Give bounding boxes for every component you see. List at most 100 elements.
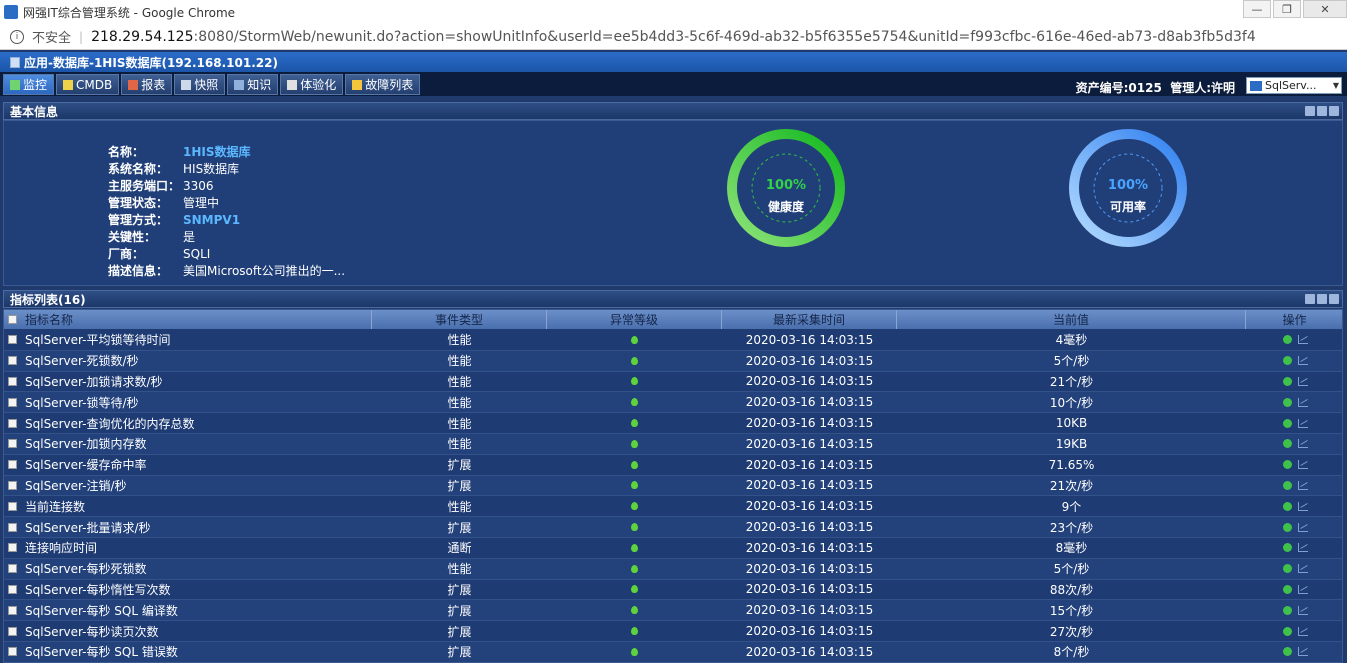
table-row[interactable]: SqlServer-每秒 SQL 错误数 扩展 2020-03-16 14:03:1… [4,641,1342,662]
table-row[interactable]: SqlServer-查询优化的内存总数 性能 2020-03-16 14:03:15… [4,413,1342,434]
table-row[interactable]: SqlServer-每秒死锁数 性能 2020-03-16 14:03:15 5个/秒 [4,558,1342,580]
detail-icon[interactable] [1282,376,1292,386]
detail-icon[interactable] [1282,480,1292,490]
info-value[interactable]: 1HIS数据库 [183,143,251,160]
search-icon[interactable] [1317,294,1327,304]
table-row[interactable]: SqlServer-每秒读页次数 扩展 2020-03-16 14:03:15 27次… [4,621,1342,642]
trend-chart-icon[interactable] [1297,522,1308,532]
trend-chart-icon[interactable] [1297,418,1308,428]
trend-chart-icon[interactable] [1297,647,1308,657]
trend-chart-icon[interactable] [1297,460,1308,470]
table-row[interactable]: SqlServer-每秒 SQL 编译数 扩展 2020-03-16 14:03:1… [4,600,1342,622]
row-checkbox[interactable] [8,543,17,553]
table-row[interactable]: SqlServer-每秒惰性写次数 扩展 2020-03-16 14:03:15 88… [4,579,1342,601]
detail-icon[interactable] [1282,543,1292,553]
detail-icon[interactable] [1282,501,1292,511]
row-checkbox[interactable] [8,647,17,657]
detail-icon[interactable] [1282,584,1292,594]
column-header[interactable]: 最新采集时间 [722,310,897,329]
detail-icon[interactable] [1282,522,1292,532]
trend-chart-icon[interactable] [1297,439,1308,449]
row-checkbox[interactable] [8,418,17,428]
trend-chart-icon[interactable] [1297,501,1308,511]
detail-icon[interactable] [1282,626,1292,636]
trend-chart-icon[interactable] [1297,356,1308,366]
info-icon[interactable]: i [10,29,24,44]
settings-icon[interactable] [1317,106,1327,116]
row-checkbox[interactable] [8,460,17,470]
info-value[interactable]: SNMPV1 [183,213,240,227]
detail-icon[interactable] [1282,460,1292,470]
column-header[interactable]: 指标名称 [4,310,372,329]
table-row[interactable]: SqlServer-加锁请求数/秒 性能 2020-03-16 14:03:15 21… [4,371,1342,393]
row-checkbox[interactable] [8,605,17,615]
detail-icon[interactable] [1282,647,1292,657]
row-checkbox[interactable] [8,522,17,532]
tab-6[interactable]: 故障列表 [345,74,421,95]
browser-title-bar: 网强IT综合管理系统 - Google Chrome — ❐ ✕ [0,0,1347,24]
table-row[interactable]: SqlServer-死锁数/秒 性能 2020-03-16 14:03:15 5个/秒 [4,350,1342,372]
detail-icon[interactable] [1282,418,1292,428]
maximize-button[interactable]: ❐ [1273,0,1301,18]
trend-chart-icon[interactable] [1297,584,1308,594]
detail-icon[interactable] [1282,356,1292,366]
detail-icon[interactable] [1282,605,1292,615]
trend-chart-icon[interactable] [1297,335,1308,345]
trend-chart-icon[interactable] [1297,564,1308,574]
severity-cell [547,517,722,537]
row-checkbox[interactable] [8,376,17,386]
detail-icon[interactable] [1282,564,1292,574]
unit-type-select[interactable]: SqlServ... ▼ [1246,77,1342,94]
detail-icon[interactable] [1282,335,1292,345]
row-checkbox[interactable] [8,626,17,636]
trend-chart-icon[interactable] [1297,397,1308,407]
trend-chart-icon[interactable] [1297,480,1308,490]
tab-4[interactable]: 知识 [227,74,279,95]
trend-chart-icon[interactable] [1297,543,1308,553]
table-row[interactable]: 连接响应时间 通断 2020-03-16 14:03:15 8毫秒 [4,537,1342,559]
table-row[interactable]: SqlServer-锁等待/秒 性能 2020-03-16 14:03:15 10个/… [4,392,1342,414]
tab-0[interactable]: 监控 [3,74,55,95]
trend-chart-icon[interactable] [1297,626,1308,636]
collapse-icon[interactable] [1305,106,1315,116]
trend-chart-icon[interactable] [1297,605,1308,615]
table-row[interactable]: SqlServer-缓存命中率 扩展 2020-03-16 14:03:15 71.6… [4,454,1342,476]
row-checkbox[interactable] [8,335,17,345]
row-checkbox[interactable] [8,397,17,407]
column-header[interactable]: 事件类型 [372,310,547,329]
url-text[interactable]: 218.29.54.125:8080/StormWeb/newunit.do?a… [91,29,1256,45]
tab-5[interactable]: 体验化 [280,74,344,95]
table-row[interactable]: SqlServer-批量请求/秒 扩展 2020-03-16 14:03:15 23个… [4,517,1342,538]
refresh-icon[interactable] [1329,294,1339,304]
tab-1[interactable]: CMDB [56,74,120,95]
table-row[interactable]: SqlServer-注销/秒 扩展 2020-03-16 14:03:15 21次/秒 [4,475,1342,497]
address-bar[interactable]: i 不安全 | 218.29.54.125:8080/StormWeb/newu… [0,24,1347,50]
refresh-icon[interactable] [1329,106,1339,116]
select-all-checkbox[interactable] [8,315,17,324]
detail-icon[interactable] [1282,439,1292,449]
tab-icon [287,79,298,90]
column-header[interactable]: 操作 [1246,310,1342,329]
asset-number: 资产编号:0125 [1075,81,1162,95]
row-checkbox[interactable] [8,356,17,366]
column-header[interactable]: 当前值 [897,310,1246,329]
column-header[interactable]: 异常等级 [547,310,722,329]
current-value: 8个/秒 [1053,645,1090,660]
minimize-button[interactable]: — [1243,0,1271,18]
collapse-icon[interactable] [1305,294,1315,304]
table-row[interactable]: 当前连接数 性能 2020-03-16 14:03:15 9个 [4,496,1342,518]
close-button[interactable]: ✕ [1303,0,1347,18]
table-row[interactable]: SqlServer-平均锁等待时间 性能 2020-03-16 14:03:15 4毫… [4,330,1342,351]
row-checkbox[interactable] [8,501,17,511]
security-status[interactable]: 不安全 [32,27,71,46]
table-row[interactable]: SqlServer-加锁内存数 性能 2020-03-16 14:03:15 19KB [4,433,1342,455]
detail-icon[interactable] [1282,397,1292,407]
tab-3[interactable]: 快照 [174,74,226,95]
tab-2[interactable]: 报表 [121,74,173,95]
row-checkbox[interactable] [8,584,17,594]
collect-time: 2020-03-16 14:03:15 [745,478,874,493]
row-checkbox[interactable] [8,564,17,574]
row-checkbox[interactable] [8,480,17,490]
row-checkbox[interactable] [8,439,17,449]
trend-chart-icon[interactable] [1297,376,1308,386]
